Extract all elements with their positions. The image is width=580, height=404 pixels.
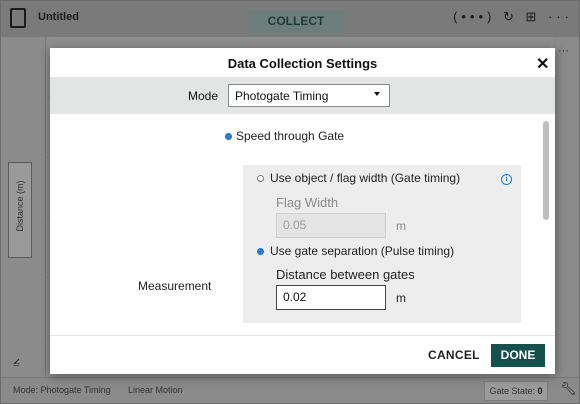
right-panel: ··· <box>553 37 579 377</box>
speed-through-gate-label[interactable]: Speed through Gate <box>236 129 344 143</box>
app-toolbar: Untitled COLLECT (•••) ↻ ⊞ ··· <box>1 1 579 37</box>
app-window: Untitled COLLECT (•••) ↻ ⊞ ··· Distance … <box>0 0 580 404</box>
file-icon[interactable] <box>10 8 26 28</box>
gate-separation-label[interactable]: Use gate separation (Pulse timing) <box>270 244 454 258</box>
mode-label: Mode <box>188 89 219 103</box>
collect-button[interactable]: COLLECT <box>248 10 344 33</box>
object-width-label[interactable]: Use object / flag width (Gate timing) <box>270 171 460 185</box>
object-width-radio[interactable] <box>257 175 264 182</box>
dialog-content[interactable]: Speed through Gate Use object / flag wid… <box>50 114 555 335</box>
gate-state-badge: Gate State: 0 <box>484 381 548 401</box>
mode-bar: Mode Photogate Timing <box>50 77 555 114</box>
done-button[interactable]: DONE <box>491 344 545 367</box>
status-mode[interactable]: Mode: Photogate Timing <box>13 385 111 395</box>
distance-unit: m <box>396 291 406 305</box>
gate-state-label: Gate State: <box>489 386 535 396</box>
graph-sidebar: Distance (m) ⦤ <box>1 37 46 377</box>
distance-between-gates-input[interactable]: 0.02 <box>276 285 386 310</box>
gate-separation-radio[interactable] <box>257 248 264 255</box>
dialog-footer: CANCEL DONE <box>50 335 555 374</box>
flag-width-unit: m <box>396 219 406 233</box>
gate-state-value: 0 <box>537 386 543 396</box>
y-axis-selector[interactable]: Distance (m) <box>8 162 32 258</box>
toolbar-icons[interactable]: (•••) ↻ ⊞ ··· <box>453 9 573 25</box>
mode-select[interactable]: Photogate Timing <box>228 84 390 107</box>
measurement-label: Measurement <box>138 279 212 293</box>
wrench-icon[interactable]: 🔧︎ <box>560 381 577 397</box>
status-motion[interactable]: Linear Motion <box>128 385 183 395</box>
scrollbar-thumb[interactable] <box>543 121 549 220</box>
more-icon[interactable]: ··· <box>558 45 569 57</box>
speed-through-gate-radio[interactable] <box>225 133 232 140</box>
data-collection-dialog: Data Collection Settings ✕ Mode Photogat… <box>50 48 555 374</box>
graph-icon[interactable]: ⦤ <box>13 353 20 368</box>
flag-width-input[interactable]: 0.05 <box>276 213 386 238</box>
mode-select-value: Photogate Timing <box>235 89 329 103</box>
dialog-title: Data Collection Settings <box>227 56 378 71</box>
status-bar: Mode: Photogate Timing Linear Motion Gat… <box>1 377 579 403</box>
y-axis-label: Distance (m) <box>15 180 25 232</box>
app-title: Untitled <box>38 11 79 23</box>
dialog-header: Data Collection Settings ✕ <box>50 48 555 77</box>
chevron-down-icon <box>374 92 380 96</box>
distance-between-gates-label: Distance between gates <box>276 267 415 282</box>
flag-width-label: Flag Width <box>276 195 339 210</box>
speed-options-panel: Use object / flag width (Gate timing) i … <box>243 165 521 323</box>
close-icon[interactable]: ✕ <box>536 54 549 74</box>
cancel-button[interactable]: CANCEL <box>428 348 480 362</box>
info-icon[interactable]: i <box>501 174 512 185</box>
